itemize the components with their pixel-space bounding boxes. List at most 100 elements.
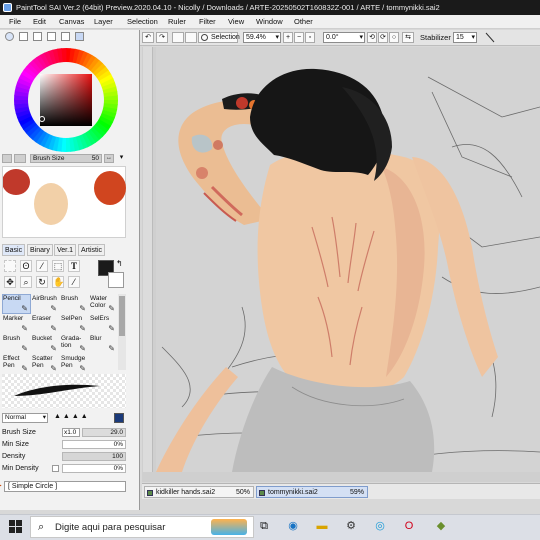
- brush-tool-selers[interactable]: SelErs ✎: [89, 314, 118, 334]
- paint-swatch-skin[interactable]: [34, 183, 68, 225]
- flip-icon[interactable]: ↔: [104, 154, 114, 163]
- tab-artistic[interactable]: Artistic: [78, 244, 105, 256]
- menu-window[interactable]: Window: [256, 17, 283, 26]
- scratchpad[interactable]: [2, 166, 126, 238]
- palette-tab-icon[interactable]: [47, 32, 56, 41]
- menu-canvas[interactable]: Canvas: [59, 17, 84, 26]
- flip-horizontal-button[interactable]: ⇆: [402, 32, 414, 43]
- menu-ruler[interactable]: Ruler: [168, 17, 186, 26]
- move-icon[interactable]: ✥: [4, 276, 16, 288]
- hsv-slider-tab-icon[interactable]: [33, 32, 42, 41]
- tab-binary[interactable]: Binary: [27, 244, 53, 256]
- swap-colors-icon[interactable]: ↰: [116, 259, 123, 268]
- brush-tool-grada-tion[interactable]: Grada- tion ✎: [60, 334, 89, 354]
- brush-tool-brush[interactable]: Brush ✎: [60, 294, 89, 314]
- menu-filter[interactable]: Filter: [199, 17, 216, 26]
- tab-basic[interactable]: Basic: [2, 244, 26, 256]
- zoom-reset-button[interactable]: ▫: [305, 32, 315, 43]
- smudge-pen-icon: ✎: [79, 364, 86, 373]
- brush-tool-selpen[interactable]: SelPen ✎: [60, 314, 89, 334]
- doc-tab-kidkiller[interactable]: kidkiller hands.sai2 50%: [144, 486, 254, 498]
- brush-shape-select[interactable]: ▶ [ Simple Circle ]: [0, 481, 126, 492]
- min-size-slider[interactable]: 0%: [62, 440, 126, 449]
- brush-tool-brush[interactable]: Brush ✎: [2, 334, 31, 354]
- photos-app-icon[interactable]: ◎: [372, 518, 388, 534]
- eyedropper-icon[interactable]: ⁄: [68, 276, 80, 288]
- brush-tool-scatter-pen[interactable]: Scatter Pen ✎: [31, 354, 60, 374]
- brush-tool-airbrush[interactable]: AirBrush ✎: [31, 294, 60, 314]
- brush-tool-marker[interactable]: Marker ✎: [2, 314, 31, 334]
- rotate-left-button[interactable]: ⟲: [367, 32, 377, 43]
- brush-tool-pencil[interactable]: Pencil ✎: [2, 294, 31, 314]
- brush-shape-presets[interactable]: ▲▲▲▲: [54, 413, 90, 420]
- menu-file[interactable]: File: [9, 17, 21, 26]
- blend-mode-select[interactable]: Normal ▾: [2, 413, 48, 423]
- tab-ver1[interactable]: Ver.1: [54, 244, 76, 256]
- color-wheel-tab-icon[interactable]: [5, 32, 14, 41]
- secondary-color-swatch[interactable]: [108, 272, 124, 288]
- scratchpad-tab-icon[interactable]: [75, 32, 84, 41]
- brush-tool-bucket[interactable]: Bucket ✎: [31, 334, 60, 354]
- brush-size-slider[interactable]: Brush Size 50: [30, 154, 102, 163]
- brush-grid-scrollbar[interactable]: [118, 294, 126, 370]
- task-view-icon[interactable]: ⧉: [256, 518, 272, 534]
- opera-browser-icon[interactable]: O: [401, 518, 417, 534]
- zoom-out-button[interactable]: −: [294, 32, 304, 43]
- chevron-down-icon[interactable]: ▾: [117, 154, 126, 163]
- zoom-select[interactable]: 59.4% ▾: [243, 32, 281, 43]
- text-tool-icon[interactable]: T: [68, 260, 80, 272]
- undo-icon[interactable]: ↶: [142, 32, 154, 43]
- brush-size-multiplier[interactable]: x1.0: [62, 428, 80, 437]
- brush-shape-value: [ Simple Circle ]: [8, 483, 58, 490]
- menu-view[interactable]: View: [228, 17, 244, 26]
- canvas-area[interactable]: [142, 47, 540, 482]
- magic-wand-icon[interactable]: ⁄: [36, 260, 48, 272]
- menu-edit[interactable]: Edit: [33, 17, 46, 26]
- brush-size-field[interactable]: 29.0: [82, 428, 126, 437]
- zoom-in-button[interactable]: +: [283, 32, 293, 43]
- edge-browser-icon[interactable]: ◉: [285, 518, 301, 534]
- lasso-icon[interactable]: ʘ: [20, 260, 32, 272]
- brush-tool-blur[interactable]: Blur ✎: [89, 334, 118, 354]
- brush-tool-smudge-pen[interactable]: Smudge Pen ✎: [60, 354, 89, 374]
- brush-dot-icon[interactable]: [2, 154, 12, 163]
- move-layer-icon[interactable]: ⬚: [52, 260, 64, 272]
- windows-start-icon[interactable]: [9, 520, 22, 533]
- settings-gear-icon[interactable]: ⚙: [343, 518, 359, 534]
- brush-tool-label: Eraser: [32, 315, 52, 322]
- mixer-tab-icon[interactable]: [61, 32, 70, 41]
- painttool-sai-icon[interactable]: ◆: [433, 518, 449, 534]
- hand-icon[interactable]: ✋: [52, 276, 64, 288]
- rgb-slider-tab-icon[interactable]: [19, 32, 28, 41]
- redo-icon[interactable]: ↷: [156, 32, 168, 43]
- canvas-scrollbar-left[interactable]: [143, 47, 153, 472]
- paint-swatch-red[interactable]: [2, 169, 30, 195]
- brush-tool-eraser[interactable]: Eraser ✎: [31, 314, 60, 334]
- menu-selection[interactable]: Selection: [127, 17, 158, 26]
- density-slider[interactable]: 100: [62, 452, 126, 461]
- selection-toggle[interactable]: Selection: [198, 32, 240, 43]
- taskbar-search[interactable]: ⌕ Digite aqui para pesquisar: [30, 516, 254, 538]
- stabilizer-select[interactable]: 15 ▾: [453, 32, 477, 43]
- rotate-icon[interactable]: ↻: [36, 276, 48, 288]
- menu-layer[interactable]: Layer: [94, 17, 113, 26]
- doc-tab-tommynikki[interactable]: tommynikki.sai2 59%: [256, 486, 368, 498]
- file-explorer-icon[interactable]: ▬: [314, 518, 330, 534]
- color-wheel[interactable]: [12, 46, 120, 154]
- brush-dot-icon[interactable]: [14, 154, 26, 163]
- paint-swatch-orange[interactable]: [94, 171, 126, 205]
- hard-edge-preset[interactable]: [114, 413, 124, 423]
- min-density-slider[interactable]: 0%: [62, 464, 126, 473]
- invert-selection-button[interactable]: [185, 32, 197, 43]
- rect-select-icon[interactable]: [4, 260, 16, 272]
- rotate-reset-button[interactable]: ○: [389, 32, 399, 43]
- rotate-right-button[interactable]: ⟳: [378, 32, 388, 43]
- brush-tool-effect-pen[interactable]: Effect Pen ✎: [2, 354, 31, 374]
- brush-tool-water-color[interactable]: Water Color ✎: [89, 294, 118, 314]
- menu-other[interactable]: Other: [294, 17, 313, 26]
- min-density-checkbox[interactable]: [52, 465, 59, 472]
- rotation-select[interactable]: 0.0° ▾: [323, 32, 365, 43]
- straight-line-icon[interactable]: [484, 32, 496, 43]
- zoom-icon[interactable]: ⌕: [20, 276, 32, 288]
- deselect-button[interactable]: [172, 32, 184, 43]
